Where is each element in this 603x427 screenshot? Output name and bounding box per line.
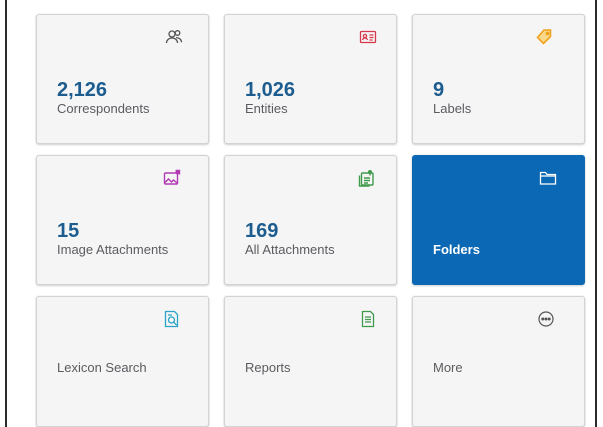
attachments-icon <box>357 169 375 187</box>
tile-all-attachments[interactable]: 169 All Attachments <box>224 155 397 285</box>
tag-icon <box>535 28 553 46</box>
image-attachment-icon <box>163 169 181 187</box>
tile-image-attachments[interactable]: 15 Image Attachments <box>36 155 209 285</box>
tile-label: Entities <box>245 101 288 116</box>
dashboard-frame: 2,126 Correspondents 1,026 Entities 9 La… <box>0 0 603 427</box>
tile-count: 15 <box>57 220 80 242</box>
tile-folders[interactable]: Folders <box>412 155 585 285</box>
tile-lexicon-search[interactable]: Lexicon Search <box>36 296 209 427</box>
tile-count: 1,026 <box>245 79 296 101</box>
more-icon <box>537 310 555 328</box>
tile-label: Lexicon Search <box>57 360 147 375</box>
people-icon <box>165 28 183 46</box>
id-card-icon <box>359 28 377 46</box>
tile-more[interactable]: More <box>412 296 585 427</box>
tile-count: 2,126 <box>57 79 108 101</box>
tile-label: More <box>433 360 463 375</box>
tile-count: 169 <box>245 220 279 242</box>
tile-label: Image Attachments <box>57 242 169 257</box>
folder-icon <box>539 169 557 187</box>
tile-count: 9 <box>433 79 445 101</box>
tile-labels[interactable]: 9 Labels <box>412 14 585 144</box>
report-icon <box>359 310 377 328</box>
tile-correspondents[interactable]: 2,126 Correspondents <box>36 14 209 144</box>
tile-grid: 2,126 Correspondents 1,026 Entities 9 La… <box>0 0 603 427</box>
document-search-icon <box>163 310 181 328</box>
tile-label: All Attachments <box>245 242 335 257</box>
tile-label: Correspondents <box>57 101 150 116</box>
tile-label: Labels <box>433 101 472 116</box>
tile-entities[interactable]: 1,026 Entities <box>224 14 397 144</box>
tile-label: Reports <box>245 360 291 375</box>
tile-label: Folders <box>433 242 480 257</box>
tile-reports[interactable]: Reports <box>224 296 397 427</box>
